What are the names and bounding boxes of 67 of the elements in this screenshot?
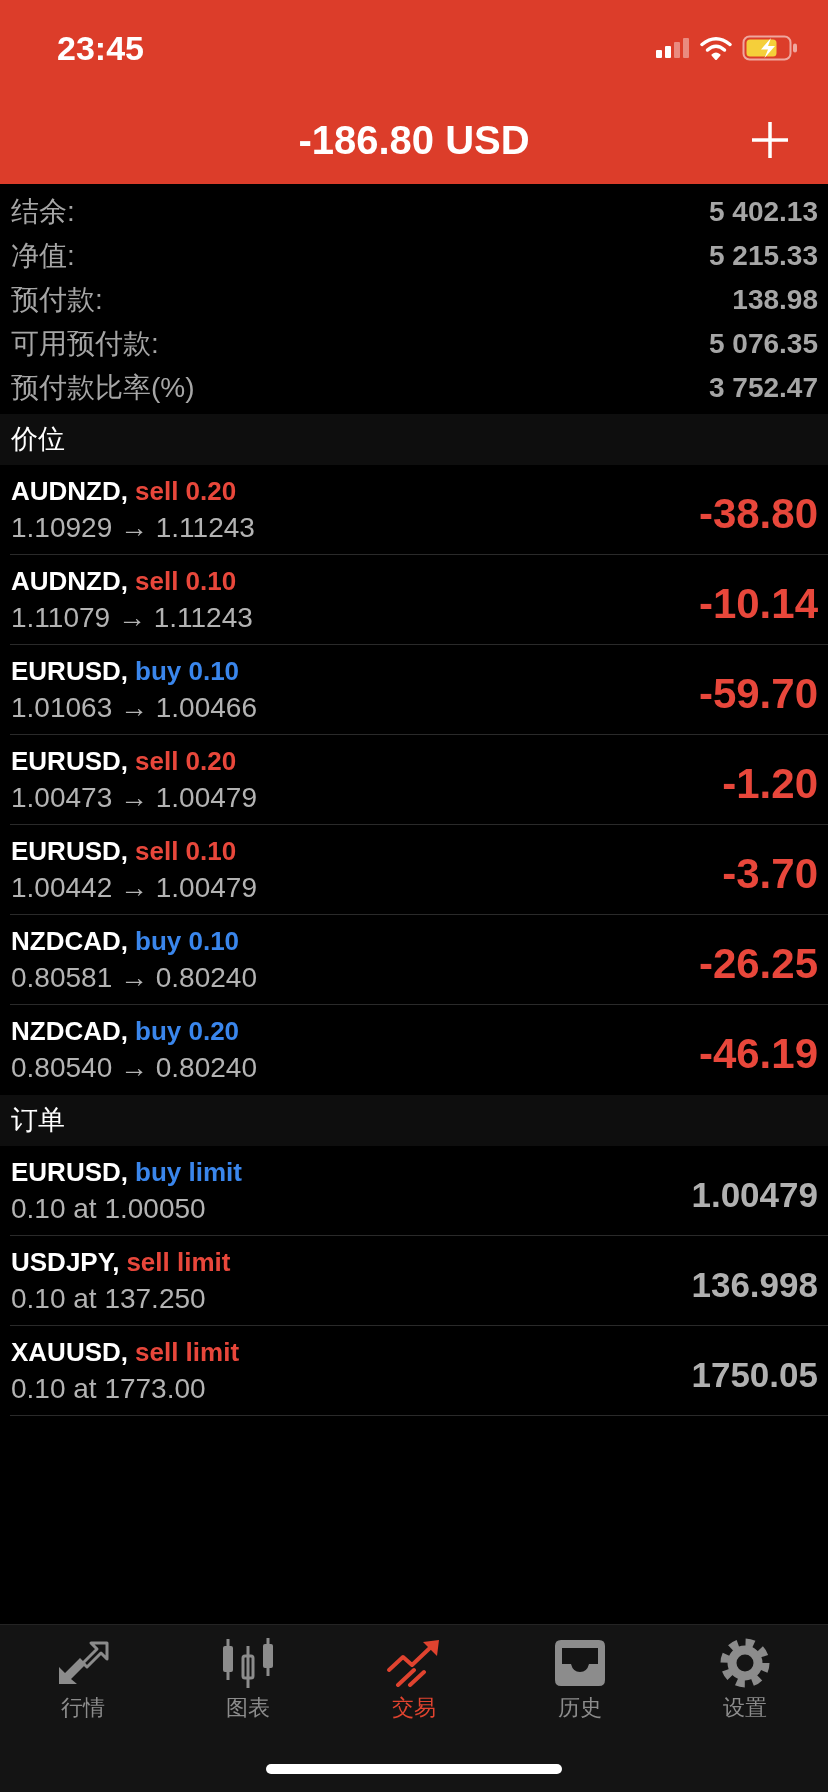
trade-type-text: sell limit xyxy=(126,1245,231,1278)
tab-button[interactable]: 图表 xyxy=(165,1637,332,1721)
order-price-value: 136.998 xyxy=(691,1264,818,1302)
symbol-text: USDJPY, xyxy=(11,1245,120,1278)
price-change-text: 0.80581 → 0.80240 xyxy=(11,960,257,995)
rising-trend-icon xyxy=(386,1639,442,1687)
trade-type-text: buy 0.10 xyxy=(135,654,240,687)
summary-value: 3 752.47 xyxy=(709,374,818,402)
summary-label: 结余: xyxy=(11,198,75,226)
trade-type-text: sell 0.10 xyxy=(135,564,237,597)
summary-value: 5 215.33 xyxy=(709,242,818,270)
summary-label: 可用预付款: xyxy=(11,330,159,358)
price-change-text: 1.00442 → 1.00479 xyxy=(11,870,257,905)
trade-type-text: buy 0.10 xyxy=(135,924,240,957)
profit-value: -38.80 xyxy=(698,488,818,535)
signal-icon xyxy=(656,38,690,58)
profit-value: -1.20 xyxy=(722,758,818,805)
order-price-value: 1.00479 xyxy=(691,1174,818,1212)
symbol-text: EURUSD, xyxy=(11,834,128,867)
profit-value: -3.70 xyxy=(722,848,818,895)
tab-button[interactable]: 行情 xyxy=(0,1637,166,1721)
symbol-text: EURUSD, xyxy=(11,744,128,777)
tab-button[interactable]: 设置 xyxy=(662,1637,828,1721)
order-detail-text: 0.10 at 137.250 xyxy=(11,1281,207,1316)
symbol-text: AUDNZD, xyxy=(11,474,128,507)
candlestick-icon xyxy=(221,1638,276,1688)
price-change-text: 0.80540 → 0.80240 xyxy=(11,1050,257,1085)
summary-value: 138.98 xyxy=(732,286,818,314)
profit-value: -26.25 xyxy=(698,938,818,985)
profit-value: -10.14 xyxy=(698,578,818,625)
summary-label: 净值: xyxy=(11,242,75,270)
order-detail-text: 0.10 at 1.00050 xyxy=(11,1191,207,1226)
settings-icon xyxy=(720,1638,771,1688)
plus-icon xyxy=(751,121,789,159)
symbol-text: XAUUSD, xyxy=(11,1335,128,1368)
price-change-text: 1.11079 → 1.11243 xyxy=(11,600,253,635)
symbol-text: NZDCAD, xyxy=(11,924,128,957)
profit-value: -46.19 xyxy=(698,1028,818,1075)
symbol-text: EURUSD, xyxy=(11,654,128,687)
price-change-text: 1.10929 → 1.11243 xyxy=(11,510,255,545)
section-title: 价位 xyxy=(11,426,65,453)
trade-type-text: buy 0.20 xyxy=(135,1014,240,1047)
status-time: 23:45 xyxy=(57,31,144,65)
symbol-text: NZDCAD, xyxy=(11,1014,128,1047)
tab-button[interactable]: 历史 xyxy=(496,1637,663,1721)
summary-label: 预付款: xyxy=(11,286,103,314)
trade-type-text: buy limit xyxy=(135,1155,242,1188)
trade-type-text: sell 0.20 xyxy=(135,474,237,507)
order-detail-text: 0.10 at 1773.00 xyxy=(11,1371,207,1406)
inbox-tray-icon xyxy=(553,1639,606,1687)
trade-type-text: sell 0.20 xyxy=(135,744,237,777)
profit-value: -59.70 xyxy=(698,668,818,715)
wifi-icon xyxy=(700,36,732,60)
account-profit-title: -186.80 USD xyxy=(298,120,530,160)
symbol-text: AUDNZD, xyxy=(11,564,128,597)
trade-type-text: sell limit xyxy=(135,1335,240,1368)
battery-charging-icon xyxy=(742,35,798,61)
tab-button[interactable]: 交易 xyxy=(331,1637,497,1721)
summary-value: 5 402.13 xyxy=(709,198,818,226)
summary-value: 5 076.35 xyxy=(709,330,818,358)
price-change-text: 1.01063 → 1.00466 xyxy=(11,690,257,725)
trade-type-text: sell 0.10 xyxy=(135,834,237,867)
order-price-value: 1750.05 xyxy=(691,1354,818,1392)
summary-label: 预付款比率(%) xyxy=(11,374,195,402)
symbol-text: EURUSD, xyxy=(11,1155,128,1188)
price-change-text: 1.00473 → 1.00479 xyxy=(11,780,257,815)
section-title: 订单 xyxy=(11,1107,65,1134)
